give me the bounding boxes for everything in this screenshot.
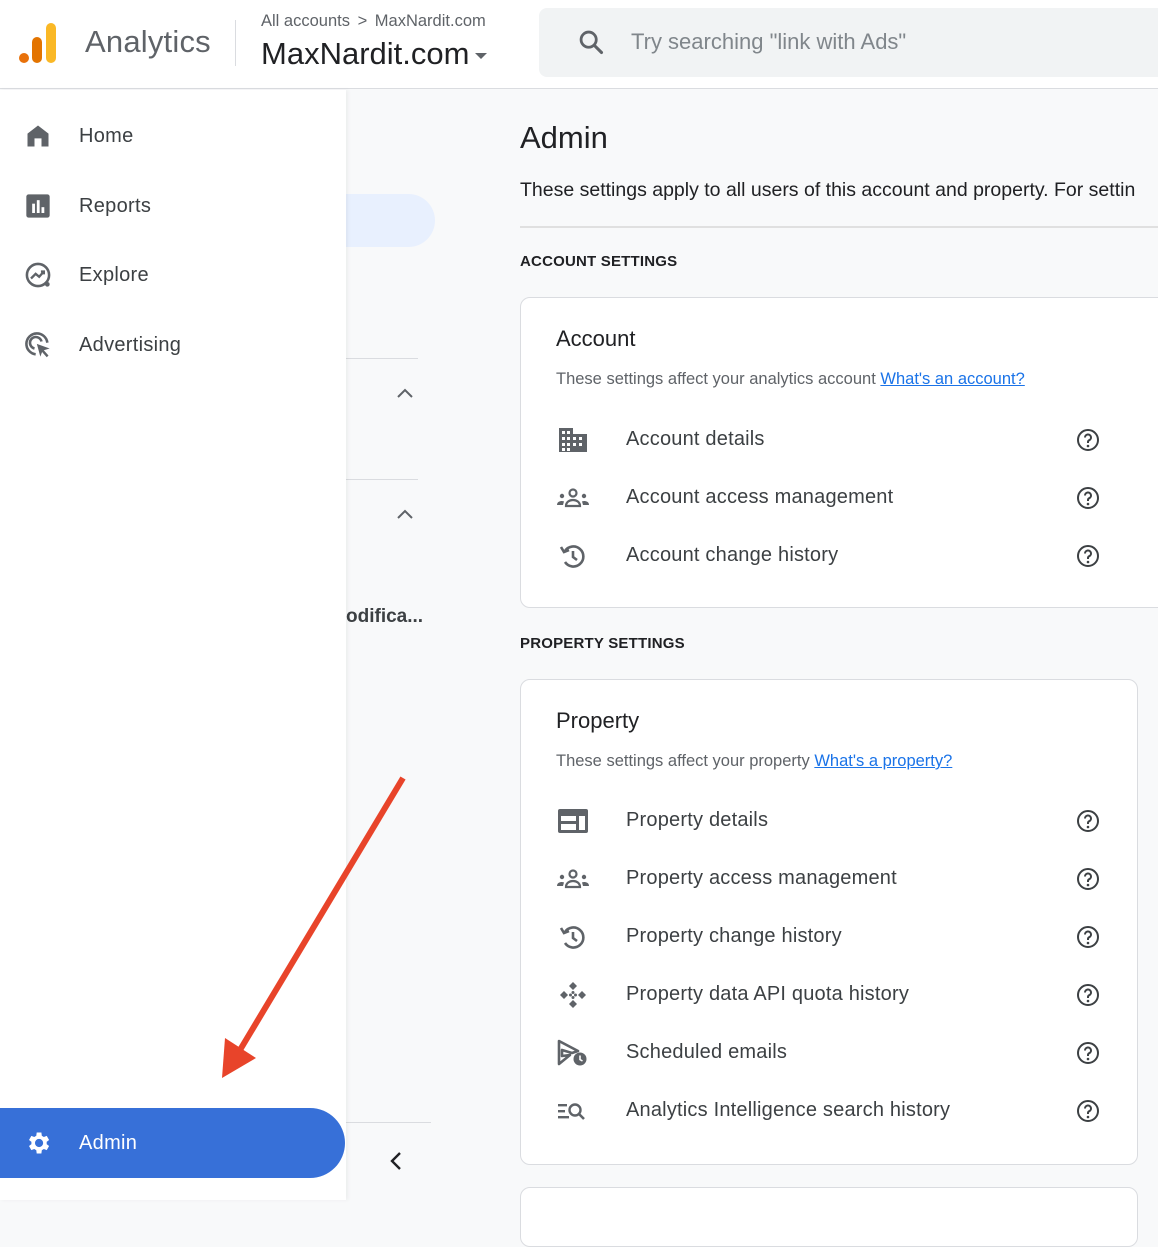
nav-item-label: Admin (79, 1131, 138, 1154)
building-icon (559, 428, 587, 452)
secondary-nav-divider (346, 479, 418, 480)
home-icon (27, 125, 49, 147)
whats-an-account-link[interactable]: What's an account? (880, 370, 1024, 388)
breadcrumb-separator-icon: > (357, 12, 368, 30)
gear-icon (29, 1132, 50, 1154)
card-title: Property (556, 708, 640, 733)
help-icon[interactable] (1076, 809, 1100, 833)
property-details-row[interactable]: Property details (521, 796, 1121, 846)
card-description: These settings affect your property What… (556, 752, 952, 771)
account-details-row[interactable]: Account details (521, 415, 1121, 465)
next-card (520, 1187, 1138, 1247)
secondary-nav-panel: odifica... (346, 90, 486, 1200)
breadcrumb[interactable]: All accounts > MaxNardit.com (261, 12, 486, 31)
search-history-icon (558, 1103, 585, 1120)
account-change-history-row[interactable]: Account change history (521, 531, 1121, 581)
row-label: Property details (626, 809, 769, 831)
section-divider (520, 226, 1158, 228)
analytics-logo-icon[interactable] (18, 22, 58, 64)
secondary-nav-divider (346, 358, 418, 359)
help-icon[interactable] (1076, 867, 1100, 891)
secondary-nav-truncated-item[interactable]: odifica... (346, 606, 423, 628)
history-icon (559, 926, 585, 949)
explore-icon (25, 262, 51, 288)
help-icon[interactable] (1076, 486, 1100, 510)
help-icon[interactable] (1076, 544, 1100, 568)
history-icon (559, 545, 585, 568)
card-title: Account (556, 326, 636, 351)
search-icon (579, 30, 604, 55)
row-label: Account details (626, 428, 765, 450)
secondary-nav-divider (346, 1122, 431, 1123)
row-label: Property change history (626, 925, 842, 947)
chevron-up-icon[interactable] (396, 387, 414, 399)
nav-item-label: Advertising (79, 333, 182, 356)
nav-item-reports[interactable]: Reports (0, 178, 346, 234)
dropdown-caret-icon (475, 52, 488, 59)
account-card: Account These settings affect your analy… (520, 297, 1158, 608)
advertising-icon (25, 332, 50, 358)
property-selector[interactable]: MaxNardit.com (261, 36, 488, 72)
row-label: Account change history (626, 544, 839, 566)
nav-drawer: Home Reports Explore Advertising Admin (0, 90, 346, 1200)
scheduled-send-icon (557, 1039, 587, 1066)
card-description: These settings affect your analytics acc… (556, 370, 1025, 389)
app-name: Analytics (85, 24, 211, 59)
nav-item-label: Reports (79, 194, 152, 217)
scheduled-emails-row[interactable]: Scheduled emails (521, 1028, 1121, 1078)
secondary-nav-active-item[interactable] (346, 194, 435, 247)
property-settings-label: PROPERTY SETTINGS (520, 635, 685, 652)
row-label: Property access management (626, 867, 897, 889)
nav-item-home[interactable]: Home (0, 108, 346, 164)
row-label: Scheduled emails (626, 1041, 788, 1063)
help-icon[interactable] (1076, 428, 1100, 452)
breadcrumb-account[interactable]: MaxNardit.com (375, 12, 486, 30)
main-content: Admin These settings apply to all users … (486, 90, 1158, 1247)
search-bar[interactable] (539, 8, 1158, 77)
whats-a-property-link[interactable]: What's a property? (814, 752, 952, 770)
account-settings-label: ACCOUNT SETTINGS (520, 253, 678, 270)
help-icon[interactable] (1076, 925, 1100, 949)
property-access-management-row[interactable]: Property access management (521, 854, 1121, 904)
help-icon[interactable] (1076, 1099, 1100, 1123)
reports-icon (26, 194, 50, 218)
property-change-history-row[interactable]: Property change history (521, 912, 1121, 962)
property-selector-label: MaxNardit.com (261, 36, 470, 71)
top-bar: Analytics All accounts > MaxNardit.com M… (0, 0, 1158, 89)
help-icon[interactable] (1076, 1041, 1100, 1065)
search-input[interactable] (631, 24, 1151, 60)
card-description-text: These settings affect your analytics acc… (556, 370, 876, 388)
nav-item-advertising[interactable]: Advertising (0, 317, 346, 373)
nav-item-label: Explore (79, 263, 149, 286)
breadcrumb-root[interactable]: All accounts (261, 12, 350, 30)
chevron-up-icon[interactable] (396, 508, 414, 520)
collapse-chevron-left-icon[interactable] (386, 1150, 408, 1172)
nav-item-label: Home (79, 124, 134, 147)
api-quota-icon (560, 982, 586, 1008)
page-description: These settings apply to all users of thi… (520, 179, 1136, 201)
people-icon (557, 488, 589, 508)
nav-item-explore[interactable]: Explore (0, 247, 346, 303)
nav-item-admin[interactable]: Admin (0, 1108, 345, 1178)
row-label: Account access management (626, 486, 894, 508)
card-description-text: These settings affect your property (556, 752, 810, 770)
help-icon[interactable] (1076, 983, 1100, 1007)
analytics-intelligence-search-history-row[interactable]: Analytics Intelligence search history (521, 1086, 1121, 1136)
web-panel-icon (558, 809, 588, 833)
property-data-api-quota-history-row[interactable]: Property data API quota history (521, 970, 1121, 1020)
row-label: Analytics Intelligence search history (626, 1099, 951, 1121)
header-divider (235, 20, 236, 66)
page-title: Admin (520, 120, 608, 155)
people-icon (557, 869, 589, 889)
row-label: Property data API quota history (626, 983, 910, 1005)
account-access-management-row[interactable]: Account access management (521, 473, 1121, 523)
property-card: Property These settings affect your prop… (520, 679, 1138, 1165)
